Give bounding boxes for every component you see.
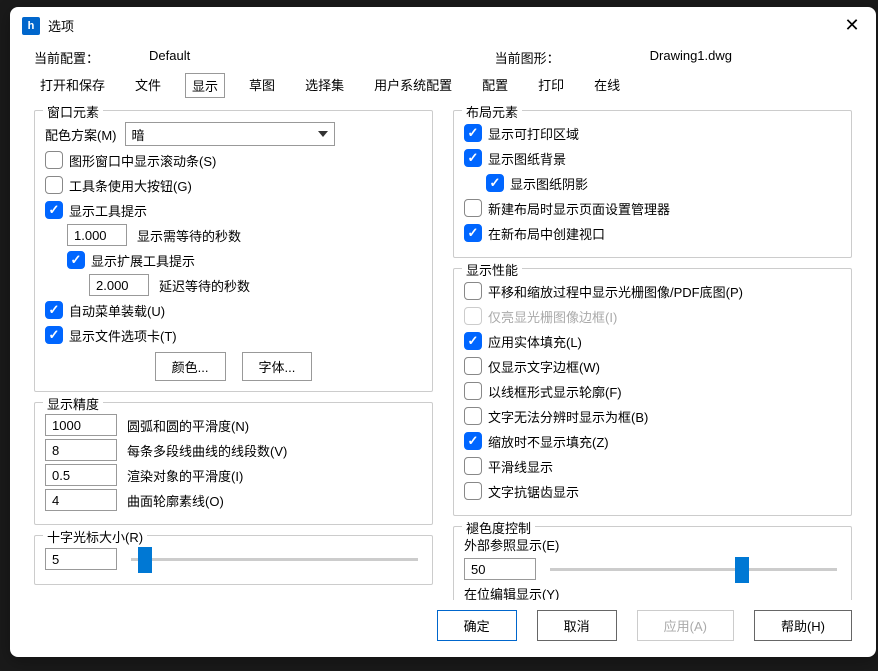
- tab-selection[interactable]: 选择集: [299, 73, 350, 98]
- chk-text-as-box[interactable]: [464, 407, 482, 425]
- chk-paper-shadow[interactable]: [486, 174, 504, 192]
- tab-drafting[interactable]: 草图: [243, 73, 281, 98]
- chk-smooth-line[interactable]: [464, 457, 482, 475]
- input-render-smooth[interactable]: 0.5: [45, 464, 117, 486]
- app-icon: h: [22, 17, 40, 35]
- color-scheme-label: 配色方案(M): [45, 125, 117, 144]
- current-config-value: Default: [149, 48, 190, 67]
- tab-display[interactable]: 显示: [185, 73, 225, 98]
- chk-text-frame[interactable]: [464, 357, 482, 375]
- chk-wireframe-sil[interactable]: [464, 382, 482, 400]
- input-surface-lines[interactable]: 4: [45, 489, 117, 511]
- dialog-title: 选项: [48, 16, 840, 35]
- current-config-label: 当前配置：: [34, 48, 99, 67]
- group-fade-title: 褪色度控制: [462, 518, 535, 537]
- tab-open-save[interactable]: 打开和保存: [34, 73, 111, 98]
- close-button[interactable]: ✕: [840, 15, 864, 36]
- xref-fade-label: 外部参照显示(E): [464, 535, 841, 554]
- group-layout-elements: 布局元素 显示可打印区域 显示图纸背景 显示图纸阴影 新建布局时显示页面设置管理…: [453, 110, 852, 258]
- chk-file-tabs[interactable]: [45, 326, 63, 344]
- slider-crosshair-thumb[interactable]: [138, 547, 152, 573]
- cancel-button[interactable]: 取消: [537, 610, 617, 641]
- footer: 确定 取消 应用(A) 帮助(H): [10, 600, 876, 657]
- slider-crosshair[interactable]: [131, 558, 418, 561]
- group-fade-control: 褪色度控制 外部参照显示(E) 50 在位编辑显示(Y) 70: [453, 526, 852, 600]
- ok-button[interactable]: 确定: [437, 610, 517, 641]
- apply-button: 应用(A): [637, 610, 734, 641]
- edit-fade-label: 在位编辑显示(Y): [464, 584, 841, 600]
- input-crosshair-size[interactable]: 5: [45, 548, 117, 570]
- config-row: 当前配置： Default 当前图形： Drawing1.dwg: [10, 44, 876, 73]
- input-polyline-segs[interactable]: 8: [45, 439, 117, 461]
- chk-no-zoom-fill[interactable]: [464, 432, 482, 450]
- input-xref-fade[interactable]: 50: [464, 558, 536, 580]
- group-window-title: 窗口元素: [43, 102, 103, 121]
- chk-printable-area[interactable]: [464, 124, 482, 142]
- tab-plot[interactable]: 打印: [532, 73, 570, 98]
- chk-solid-fill[interactable]: [464, 332, 482, 350]
- chk-page-setup-mgr[interactable]: [464, 199, 482, 217]
- btn-fonts[interactable]: 字体...: [242, 352, 313, 381]
- group-crosshair-title: 十字光标大小(R): [43, 527, 147, 546]
- right-column: 布局元素 显示可打印区域 显示图纸背景 显示图纸阴影 新建布局时显示页面设置管理…: [453, 110, 852, 592]
- help-button[interactable]: 帮助(H): [754, 610, 852, 641]
- current-drawing-value: Drawing1.dwg: [650, 48, 732, 67]
- chk-raster-panzoom[interactable]: [464, 282, 482, 300]
- titlebar: h 选项 ✕: [10, 7, 876, 44]
- group-layout-title: 布局元素: [462, 102, 522, 121]
- group-precision-title: 显示精度: [43, 394, 103, 413]
- group-display-precision: 显示精度 1000圆弧和圆的平滑度(N) 8每条多段线曲线的线段数(V) 0.5…: [34, 402, 433, 525]
- content: 窗口元素 配色方案(M) 暗 图形窗口中显示滚动条(S) 工具条使用大按钮(G)…: [10, 98, 876, 600]
- group-window-elements: 窗口元素 配色方案(M) 暗 图形窗口中显示滚动条(S) 工具条使用大按钮(G)…: [34, 110, 433, 392]
- group-display-performance: 显示性能 平移和缩放过程中显示光栅图像/PDF底图(P) 仅亮显光栅图像边框(I…: [453, 268, 852, 516]
- tab-user-prefs[interactable]: 用户系统配置: [368, 73, 458, 98]
- chk-scrollbars[interactable]: [45, 151, 63, 169]
- current-drawing-label: 当前图形：: [495, 48, 560, 67]
- chk-tooltips[interactable]: [45, 201, 63, 219]
- tab-profiles[interactable]: 配置: [476, 73, 514, 98]
- input-tooltip-delay[interactable]: 1.000: [67, 224, 127, 246]
- color-scheme-select[interactable]: 暗: [125, 122, 335, 146]
- group-perf-title: 显示性能: [462, 260, 522, 279]
- tab-online[interactable]: 在线: [588, 73, 626, 98]
- chk-paper-bg[interactable]: [464, 149, 482, 167]
- chk-text-antialias[interactable]: [464, 482, 482, 500]
- chk-automenu[interactable]: [45, 301, 63, 319]
- chk-create-viewport[interactable]: [464, 224, 482, 242]
- btn-colors[interactable]: 颜色...: [155, 352, 226, 381]
- input-arc-smooth[interactable]: 1000: [45, 414, 117, 436]
- tab-bar: 打开和保存 文件 显示 草图 选择集 用户系统配置 配置 打印 在线: [10, 73, 876, 98]
- tab-files[interactable]: 文件: [129, 73, 167, 98]
- chk-highlight-raster: [464, 307, 482, 325]
- group-crosshair: 十字光标大小(R) 5: [34, 535, 433, 585]
- options-dialog: h 选项 ✕ 当前配置： Default 当前图形： Drawing1.dwg …: [10, 7, 876, 657]
- chk-ext-tooltip[interactable]: [67, 251, 85, 269]
- slider-xref-thumb[interactable]: [735, 557, 749, 583]
- chk-large-buttons[interactable]: [45, 176, 63, 194]
- left-column: 窗口元素 配色方案(M) 暗 图形窗口中显示滚动条(S) 工具条使用大按钮(G)…: [34, 110, 433, 592]
- input-ext-tooltip-delay[interactable]: 2.000: [89, 274, 149, 296]
- slider-xref-fade[interactable]: [550, 568, 837, 571]
